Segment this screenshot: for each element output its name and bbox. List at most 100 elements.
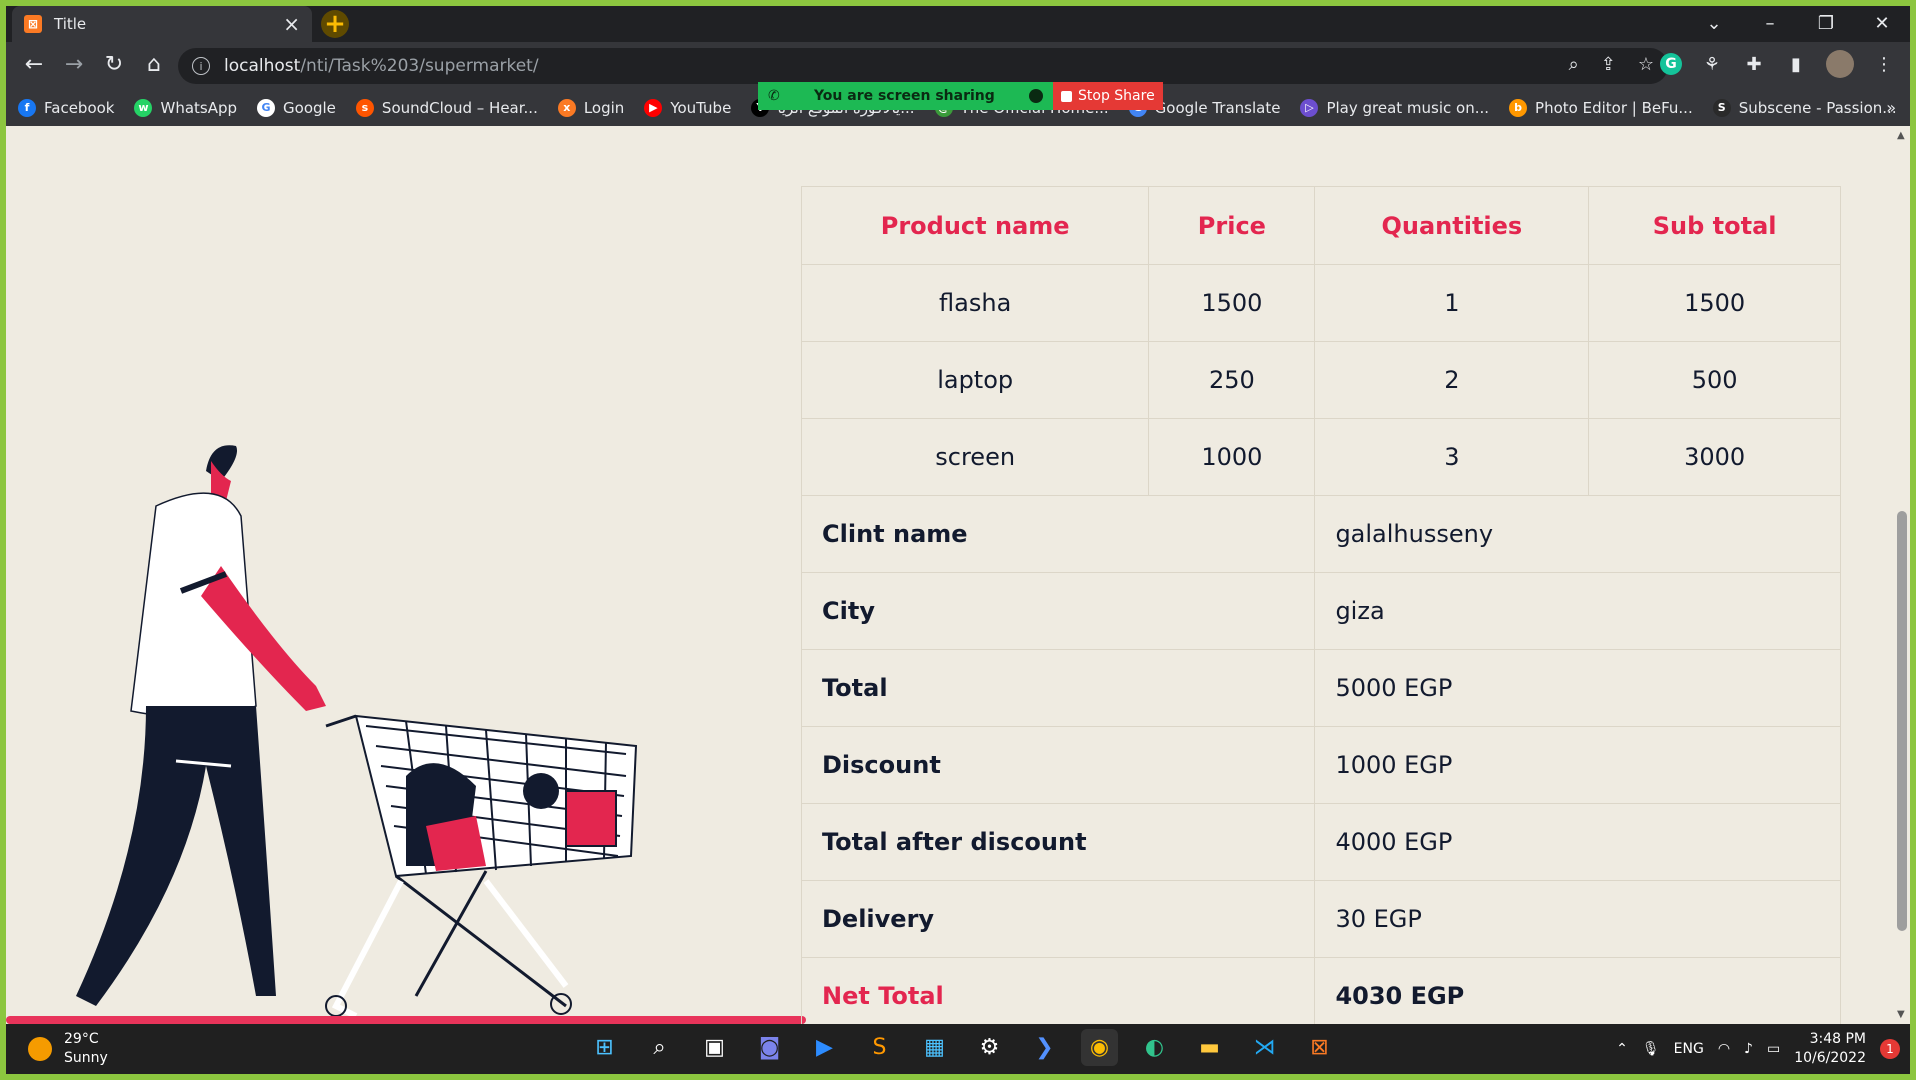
phone-icon: ✆ [768,88,780,104]
page-scrollbar[interactable]: ▲ ▼ [1894,126,1910,1024]
bookmark-item[interactable]: b Photo Editor | BeFu... [1509,99,1693,117]
omnibox-actions: ⌕ ⇪ ☆ [1569,54,1654,75]
restore-button[interactable]: ❐ [1798,6,1854,42]
product-name-cell: screen [800,418,1150,496]
screen-share-banner: ✆ You are screen sharing Stop Share [758,82,1163,110]
bookmark-star-icon[interactable]: ☆ [1638,54,1654,75]
table-header-row: Product name Price Quantities Sub total [800,186,1841,265]
task-view-icon[interactable]: ▣ [696,1029,733,1066]
tab-active[interactable]: ⊠ Title × [12,6,312,42]
share-icon[interactable]: ⇪ [1601,54,1616,75]
vscode-icon[interactable]: ⋊ [1246,1029,1283,1066]
xampp-favicon-icon: ⊠ [24,15,42,33]
bookmark-favicon-icon: s [355,99,374,117]
summary-label: Clint name [800,495,1316,573]
share-status: ✆ You are screen sharing [758,82,1053,110]
stop-share-label: Stop Share [1078,88,1155,104]
store-icon[interactable]: ▦ [916,1029,953,1066]
minimize-button[interactable]: – [1742,6,1798,42]
menu-kebab-icon[interactable]: ⋮ [1872,54,1896,75]
share-message: You are screen sharing [813,88,995,104]
close-tab-icon[interactable]: × [283,12,300,36]
bookmark-item[interactable]: w WhatsApp [134,99,237,117]
bookmark-item[interactable]: x Login [557,99,624,117]
summary-label: Delivery [800,880,1316,958]
profile-avatar[interactable] [1826,50,1854,78]
clock[interactable]: 3:48 PM 10/6/2022 [1794,1030,1866,1068]
address-bar[interactable]: i localhost/nti/Task%203/supermarket/ ⌕ … [178,48,1668,84]
close-window-button[interactable]: ✕ [1854,6,1910,42]
url-host: localhost [224,56,301,76]
quantity-cell: 3 [1314,418,1590,496]
zoom-icon[interactable]: ⌕ [1569,54,1579,75]
bookmark-favicon-icon: ▶ [644,99,663,117]
tab-search-icon[interactable]: ⌄ [1686,6,1742,42]
xampp-icon[interactable]: ⊠ [1301,1029,1338,1066]
home-button[interactable]: ⌂ [140,52,168,77]
back-button[interactable]: ← [20,52,48,77]
bookmark-favicon-icon: ▷ [1300,99,1319,117]
chrome-icon[interactable]: ◉ [1081,1029,1118,1066]
sun-icon [28,1037,52,1061]
language-indicator[interactable]: ENG [1674,1041,1704,1057]
search-icon[interactable]: ⌕ [641,1029,678,1066]
price-cell: 1000 [1148,418,1316,496]
bookmark-favicon-icon: G [257,99,276,117]
tab-strip: ⊠ Title × + ⌄ – ❐ ✕ [6,6,1910,42]
zoom-app-icon[interactable]: ▶ [806,1029,843,1066]
volume-icon[interactable]: ♪ [1744,1041,1753,1057]
wifi-icon[interactable]: ◠ [1718,1041,1730,1057]
bookmark-label: Subscene - Passion... [1738,99,1897,117]
scroll-up-icon[interactable]: ▲ [1897,130,1905,141]
summary-row-discount: Discount 1000 EGP [800,726,1841,804]
puzzle-icon[interactable]: ✚ [1742,54,1766,75]
scrollbar-thumb[interactable] [1897,511,1907,931]
bookmark-item[interactable]: S Subscene - Passion... [1712,99,1897,117]
sublime-icon[interactable]: S [861,1029,898,1066]
summary-value: giza [1314,572,1841,650]
site-info-icon[interactable]: i [192,57,210,75]
bookmark-label: SoundCloud – Hear... [381,99,538,117]
bookmark-item[interactable]: s SoundCloud – Hear... [355,99,538,117]
new-tab-button[interactable]: + [321,9,349,39]
floor-line [6,1016,806,1024]
bookmarks-overflow-icon[interactable]: » [1886,98,1896,117]
edge-icon[interactable]: ◐ [1136,1029,1173,1066]
summary-label: Total [800,649,1316,727]
bookmark-item[interactable]: f Facebook [18,99,114,117]
summary-row-total: Total 5000 EGP [800,649,1841,727]
microphone-icon[interactable]: 🎙 [1642,1041,1660,1057]
teams-chat-icon[interactable]: ◙ [751,1029,788,1066]
page-content: Product name Price Quantities Sub total … [6,126,1910,1024]
bookmark-label: Play great music on... [1326,99,1490,117]
reload-button[interactable]: ↻ [100,52,128,77]
product-name-cell: laptop [800,341,1150,419]
stop-icon [1061,90,1072,102]
bookmark-item[interactable]: ▷ Play great music on... [1300,99,1489,117]
summary-label: Discount [800,726,1316,804]
price-cell: 1500 [1148,264,1316,342]
settings-gear-icon[interactable]: ⚙ [971,1029,1008,1066]
summary-value: 1000 EGP [1314,726,1841,804]
summary-row-net-total: Net Total 4030 EGP [800,957,1841,1024]
shopping-cart-illustration [76,445,638,1019]
forward-button[interactable]: → [60,52,88,77]
side-panel-icon[interactable]: ▮ [1784,54,1808,75]
battery-icon[interactable]: ▭ [1767,1041,1780,1057]
powershell-icon[interactable]: ❯ [1026,1029,1063,1066]
file-explorer-icon[interactable]: ▬ [1191,1029,1228,1066]
scroll-down-icon[interactable]: ▼ [1897,1009,1905,1020]
bookmark-item[interactable]: ▶ YouTube [644,99,731,117]
tray-overflow-icon[interactable]: ⌃ [1616,1041,1628,1057]
taskbar-apps: ⊞ ⌕ ▣ ◙ ▶ S ▦ ⚙ ❯ ◉ ◐ ▬ ⋊ ⊠ [586,1029,1338,1066]
windows-start-icon[interactable]: ⊞ [586,1029,623,1066]
grammarly-icon[interactable]: G [1660,53,1682,75]
notification-badge[interactable]: 1 [1880,1039,1900,1059]
bookmark-item[interactable]: G Google [257,99,336,117]
bookmark-label: Facebook [44,99,115,117]
system-tray: ⌃ 🎙 ENG ◠ ♪ ▭ 3:48 PM 10/6/2022 1 [1616,1030,1900,1068]
windows-taskbar: 29°C Sunny ⊞ ⌕ ▣ ◙ ▶ S ▦ ⚙ ❯ ◉ ◐ ▬ ⋊ ⊠ ⌃… [6,1024,1910,1074]
extension-icon[interactable]: ⚘ [1700,54,1724,75]
weather-widget[interactable]: 29°C Sunny [28,1030,108,1068]
stop-share-button[interactable]: Stop Share [1053,82,1163,110]
